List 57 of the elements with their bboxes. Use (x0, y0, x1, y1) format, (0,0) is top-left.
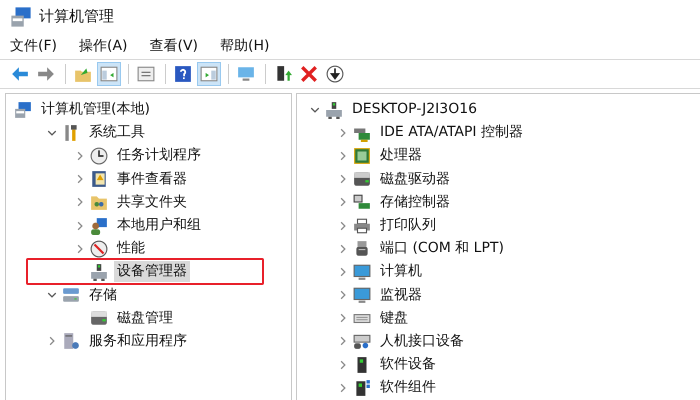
tree-item[interactable]: 服务和应用程序 (86, 330, 190, 352)
tree-item[interactable]: 设备管理器 (114, 261, 190, 282)
tree-item[interactable]: 打印队列 (377, 215, 439, 236)
tree-item[interactable]: 系统工具 (86, 122, 148, 144)
storage-icon (62, 286, 80, 304)
action-pane-button[interactable] (197, 62, 221, 86)
tree-item[interactable]: 存储 (86, 284, 120, 306)
tree-item[interactable]: 软件组件 (377, 377, 439, 398)
tree-item[interactable]: 存储控制器 (377, 192, 453, 213)
app-icon (10, 6, 32, 28)
menu-item[interactable]: 帮助(H) (220, 36, 270, 56)
menu-item[interactable]: 查看(V) (150, 36, 198, 56)
monitor-icon (353, 286, 371, 304)
monitor-icon (353, 262, 371, 281)
computer-icon (14, 100, 32, 119)
printer-icon (353, 216, 371, 235)
device-tree-icon (90, 262, 108, 281)
event-log-icon (90, 170, 108, 188)
services-icon (62, 332, 80, 350)
processor-icon (353, 146, 371, 165)
console-tree-button[interactable] (97, 62, 121, 86)
clock-icon (90, 146, 108, 165)
drive-icon (353, 170, 371, 188)
window-title: 计算机管理 (39, 6, 114, 28)
menu-item[interactable]: 操作(A) (78, 36, 128, 56)
tree-item[interactable]: 监视器 (377, 284, 425, 306)
tree-item[interactable]: 事件查看器 (114, 168, 190, 190)
download-icon (326, 65, 344, 83)
action-pane-icon (200, 65, 218, 83)
tree-item[interactable]: 键盘 (377, 308, 411, 329)
tree-item[interactable]: DESKTOP-J2I3O16 (349, 99, 480, 120)
tree-item[interactable]: 本地用户和组 (114, 215, 204, 236)
tree-item[interactable]: 计算机 (377, 261, 425, 282)
forward-icon (37, 65, 55, 83)
tree-item[interactable]: 处理器 (377, 145, 425, 166)
tree-item[interactable]: 任务计划程序 (114, 145, 204, 166)
tree-item[interactable]: 软件设备 (377, 354, 439, 376)
tree-item[interactable]: 共享文件夹 (114, 192, 190, 213)
tree-item[interactable]: 磁盘驱动器 (377, 168, 453, 190)
tree-item[interactable]: 计算机管理(本地) (38, 99, 153, 120)
tree-item[interactable]: 端口 (COM 和 LPT) (377, 238, 507, 260)
users-icon (90, 216, 108, 235)
scan-icon (237, 65, 255, 83)
uninstall-icon (300, 65, 318, 83)
input-device-icon (353, 332, 371, 350)
console-tree-icon (100, 65, 118, 83)
help-icon (174, 65, 192, 83)
tree-item[interactable]: 磁盘管理 (114, 308, 176, 329)
storage-controller-icon (353, 193, 371, 212)
gauge-icon (90, 240, 108, 258)
properties-icon (137, 65, 155, 83)
tree-item[interactable]: 性能 (114, 238, 148, 260)
device-tree-icon (325, 100, 343, 119)
back-icon (11, 65, 29, 83)
menu-item[interactable]: 文件(F) (10, 36, 57, 56)
tree-item[interactable]: 人机接口设备 (377, 330, 467, 352)
tree-item[interactable]: IDE ATA/ATAPI 控制器 (377, 122, 526, 144)
